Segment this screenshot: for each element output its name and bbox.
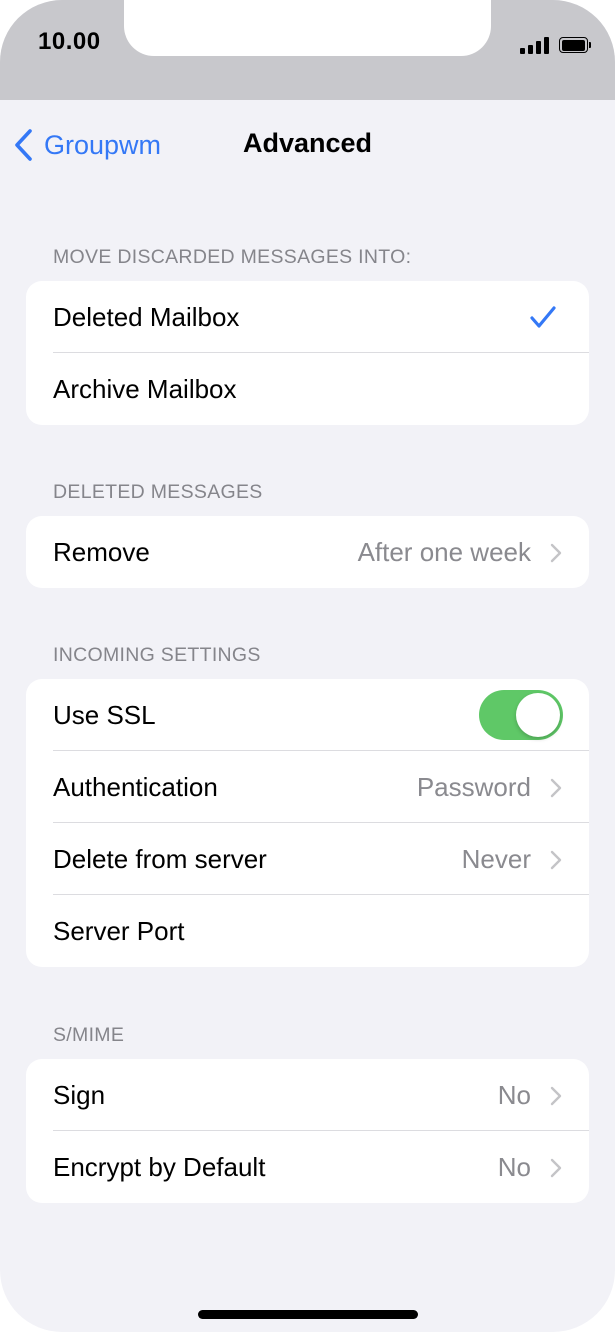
navigation-bar: Groupwm Advanced <box>0 100 615 190</box>
page-title: Advanced <box>242 128 373 158</box>
status-bar: 10.00 <box>0 0 615 100</box>
use-ssl-row: Use SSL <box>26 679 589 751</box>
chevron-right-icon <box>550 778 562 798</box>
authentication-label: Authentication <box>53 771 218 802</box>
battery-icon <box>559 37 591 53</box>
remove-row[interactable]: Remove After one week <box>26 516 589 588</box>
deleted-messages-group: Remove After one week <box>26 516 589 588</box>
incoming-settings-group: Use SSL Authentication Password Delete f… <box>26 679 589 967</box>
cellular-signal-icon <box>520 36 550 54</box>
sign-value: No <box>497 1079 531 1110</box>
sign-row[interactable]: Sign No <box>26 1059 589 1131</box>
checkmark-icon <box>530 306 556 328</box>
option-archive-mailbox[interactable]: Archive Mailbox <box>26 353 589 425</box>
section-header-deleted: DELETED MESSAGES <box>53 481 263 503</box>
section-header-discarded: MOVE DISCARDED MESSAGES INTO: <box>53 246 412 268</box>
server-port-label: Server Port <box>53 915 185 946</box>
option-label: Archive Mailbox <box>53 373 237 404</box>
option-label: Deleted Mailbox <box>53 301 240 332</box>
use-ssl-label: Use SSL <box>53 699 156 730</box>
option-deleted-mailbox[interactable]: Deleted Mailbox <box>26 281 589 353</box>
section-header-smime: S/MIME <box>53 1024 125 1046</box>
encrypt-by-default-row[interactable]: Encrypt by Default No <box>26 1131 589 1203</box>
delete-from-server-value: Never <box>461 843 531 874</box>
server-port-row[interactable]: Server Port <box>26 895 589 967</box>
discarded-options-group: Deleted Mailbox Archive Mailbox <box>26 281 589 425</box>
authentication-row[interactable]: Authentication Password <box>26 751 589 823</box>
home-indicator[interactable] <box>198 1310 418 1319</box>
chevron-right-icon <box>550 1158 562 1178</box>
status-time: 10.00 <box>38 28 101 55</box>
phone-screen: 10.00 Groupwm Advanced MOVE DISCARDED ME… <box>0 0 615 1332</box>
notch <box>124 0 491 56</box>
authentication-value: Password <box>416 771 531 802</box>
encrypt-by-default-label: Encrypt by Default <box>53 1151 266 1182</box>
sign-label: Sign <box>53 1079 106 1110</box>
chevron-right-icon <box>550 543 562 563</box>
chevron-right-icon <box>550 1086 562 1106</box>
toggle-knob <box>516 693 560 737</box>
chevron-right-icon <box>550 850 562 870</box>
remove-label: Remove <box>53 536 150 567</box>
smime-group: Sign No Encrypt by Default No <box>26 1059 589 1203</box>
delete-from-server-label: Delete from server <box>53 843 267 874</box>
remove-value: After one week <box>357 536 531 567</box>
delete-from-server-row[interactable]: Delete from server Never <box>26 823 589 895</box>
encrypt-by-default-value: No <box>497 1151 531 1182</box>
section-header-incoming: INCOMING SETTINGS <box>53 644 261 666</box>
use-ssl-toggle[interactable] <box>479 690 563 740</box>
